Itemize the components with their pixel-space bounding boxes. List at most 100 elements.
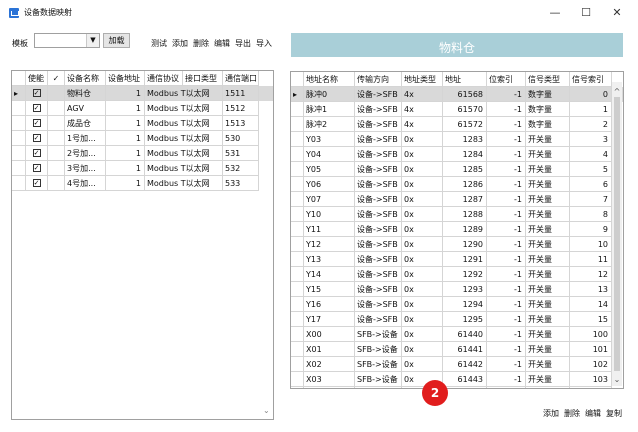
signal-cell[interactable]: 开关量 [526, 252, 570, 267]
signal-cell[interactable]: Y14 [304, 267, 355, 282]
row-header[interactable] [291, 282, 304, 297]
signal-cell[interactable]: Y04 [304, 147, 355, 162]
signal-cell[interactable]: 0x [402, 357, 443, 372]
signal-cell[interactable]: -1 [487, 177, 526, 192]
device-name-cell[interactable]: 物料仓 [65, 86, 106, 101]
signal-cell[interactable]: 开关量 [526, 312, 570, 327]
signal-cell[interactable]: 1294 [443, 297, 487, 312]
signal-cell[interactable]: X01 [304, 342, 355, 357]
enable-checkbox[interactable]: ✓ [32, 164, 41, 172]
row-header[interactable] [291, 237, 304, 252]
signal-cell[interactable]: 开关量 [526, 192, 570, 207]
signal-cell[interactable]: 开关量 [526, 222, 570, 237]
signal-row[interactable]: X02 SFB->设备 0x 61442 -1 开关量 102 [291, 357, 623, 372]
signal-cell[interactable]: 设备->SFB [355, 117, 402, 132]
signal-column-header[interactable]: 地址名称 [304, 72, 355, 87]
signal-cell[interactable]: 14 [570, 297, 612, 312]
signal-cell[interactable]: 4x [402, 102, 443, 117]
signal-cell[interactable]: 脉冲0 [304, 87, 355, 102]
row-header[interactable] [291, 312, 304, 327]
signal-cell[interactable]: 0x [402, 222, 443, 237]
signal-cell[interactable]: -1 [487, 372, 526, 387]
signal-cell[interactable]: 1 [570, 102, 612, 117]
signal-row[interactable]: Y17 设备->SFB 0x 1295 -1 开关量 15 [291, 312, 623, 327]
signal-cell[interactable]: 开关量 [526, 282, 570, 297]
signal-cell[interactable]: 0x [402, 297, 443, 312]
signal-cell[interactable]: 设备->SFB [355, 147, 402, 162]
enable-checkbox[interactable]: ✓ [32, 134, 41, 142]
signal-cell[interactable]: -1 [487, 117, 526, 132]
signal-cell[interactable]: -1 [487, 102, 526, 117]
signal-row[interactable]: Y04 设备->SFB 0x 1284 -1 开关量 4 [291, 147, 623, 162]
signal-cell[interactable]: 4x [402, 87, 443, 102]
row-header[interactable] [291, 117, 304, 132]
signal-cell[interactable]: 0x [402, 162, 443, 177]
row-header[interactable] [291, 177, 304, 192]
delete-signal-button[interactable]: 删除 [564, 408, 580, 419]
signal-cell[interactable]: 1295 [443, 312, 487, 327]
signal-cell[interactable]: 100 [570, 327, 612, 342]
signal-row[interactable]: X04SFB->设备0x61444-1开关量104 [291, 387, 623, 388]
device-protocol-cell[interactable]: Modbus T以太网 [145, 161, 223, 176]
signal-column-header[interactable]: 信号索引 [570, 72, 612, 87]
signal-cell[interactable]: 开关量 [526, 342, 570, 357]
signal-cell[interactable]: Y07 [304, 192, 355, 207]
signal-cell[interactable]: 103 [570, 372, 612, 387]
device-protocol-cell[interactable]: Modbus T以太网 [145, 116, 223, 131]
signal-cell[interactable]: 1291 [443, 252, 487, 267]
signal-cell[interactable]: Y11 [304, 222, 355, 237]
device-port-cell[interactable]: 1512 [223, 101, 259, 116]
device-name-cell[interactable]: 4号加... [65, 176, 106, 191]
signal-cell[interactable]: 开关量 [526, 327, 570, 342]
signal-cell[interactable]: 0x [402, 147, 443, 162]
signal-cell[interactable]: -1 [487, 237, 526, 252]
signal-cell[interactable]: 8 [570, 207, 612, 222]
signal-row[interactable]: Y10 设备->SFB 0x 1288 -1 开关量 8 [291, 207, 623, 222]
device-address-cell[interactable]: 1 [106, 86, 145, 101]
signal-cell[interactable]: -1 [487, 297, 526, 312]
enable-checkbox[interactable]: ✓ [32, 104, 41, 112]
signal-cell[interactable]: 数字量 [526, 102, 570, 117]
signal-cell[interactable]: Y12 [304, 237, 355, 252]
signal-cell[interactable]: 1283 [443, 132, 487, 147]
row-header[interactable] [12, 116, 26, 131]
signal-column-header[interactable]: 地址类型 [402, 72, 443, 87]
signal-cell[interactable]: 数字量 [526, 87, 570, 102]
signal-cell[interactable]: SFB->设备 [355, 342, 402, 357]
template-select[interactable]: ▼ [34, 33, 100, 48]
device-port-cell[interactable]: 1513 [223, 116, 259, 131]
signal-cell[interactable]: 设备->SFB [355, 237, 402, 252]
device-column-header[interactable]: ✓ [48, 71, 65, 86]
device-row[interactable]: ✓ 成品仓 1 Modbus T以太网 1513 [12, 116, 273, 131]
enable-checkbox[interactable]: ✓ [32, 89, 41, 97]
device-enable-cell[interactable]: ✓ [26, 161, 48, 176]
signal-cell[interactable]: -1 [487, 282, 526, 297]
row-header[interactable] [291, 147, 304, 162]
signal-row[interactable]: Y16 设备->SFB 0x 1294 -1 开关量 14 [291, 297, 623, 312]
device-check-cell[interactable] [48, 101, 65, 116]
signal-cell[interactable]: 1289 [443, 222, 487, 237]
device-enable-cell[interactable]: ✓ [26, 131, 48, 146]
signal-row[interactable]: Y11 设备->SFB 0x 1289 -1 开关量 9 [291, 222, 623, 237]
signal-row[interactable]: Y15 设备->SFB 0x 1293 -1 开关量 13 [291, 282, 623, 297]
signal-row[interactable]: X01 SFB->设备 0x 61441 -1 开关量 101 [291, 342, 623, 357]
signal-cell[interactable]: 设备->SFB [355, 207, 402, 222]
signal-row[interactable]: X00 SFB->设备 0x 61440 -1 开关量 100 [291, 327, 623, 342]
device-protocol-cell[interactable]: Modbus T以太网 [145, 176, 223, 191]
device-enable-cell[interactable]: ✓ [26, 146, 48, 161]
signal-cell[interactable]: -1 [487, 357, 526, 372]
device-address-cell[interactable]: 1 [106, 161, 145, 176]
device-scroll-down-icon[interactable]: ⌄ [263, 406, 270, 415]
device-protocol-cell[interactable]: Modbus T以太网 [145, 131, 223, 146]
device-check-cell[interactable] [48, 131, 65, 146]
row-header[interactable] [291, 372, 304, 387]
row-header[interactable] [291, 102, 304, 117]
signal-cell[interactable]: -1 [487, 222, 526, 237]
device-check-cell[interactable] [48, 146, 65, 161]
signal-cell[interactable]: 1286 [443, 177, 487, 192]
edit-button[interactable]: 编辑 [214, 38, 230, 49]
device-port-cell[interactable]: 532 [223, 161, 259, 176]
signal-cell[interactable]: Y10 [304, 207, 355, 222]
import-button[interactable]: 导入 [256, 38, 272, 49]
signal-cell[interactable]: 1293 [443, 282, 487, 297]
